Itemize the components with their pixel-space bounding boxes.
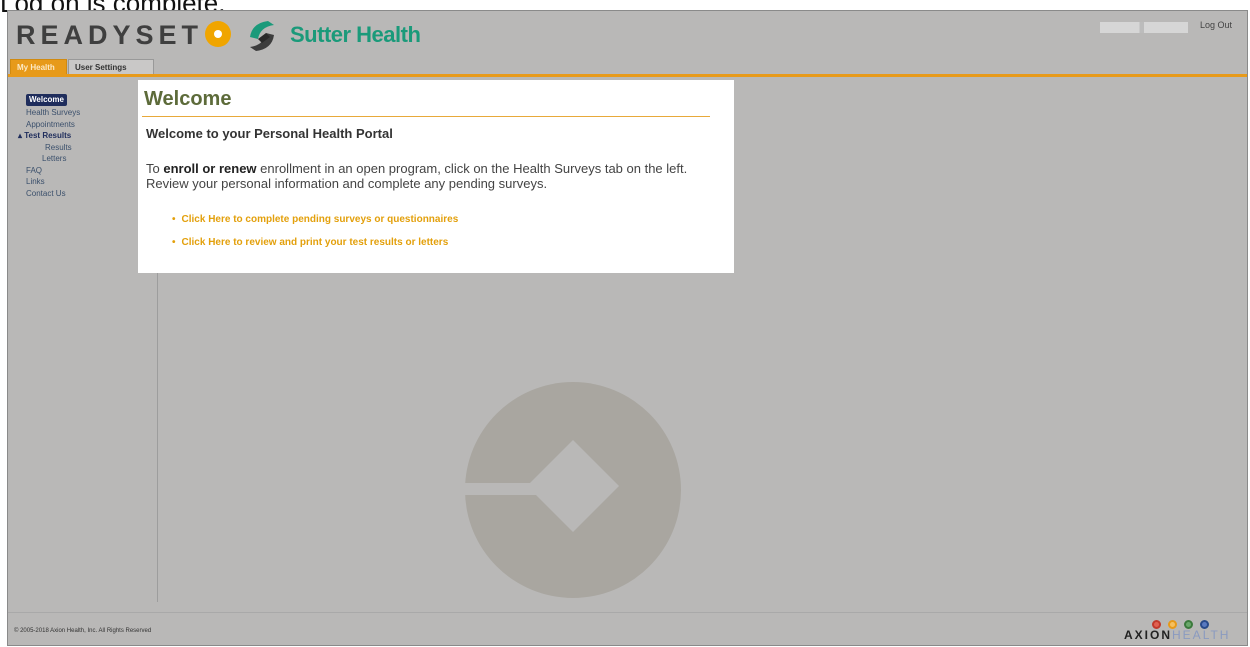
- readyset-watermark-icon: [463, 382, 681, 598]
- bullet-icon: •: [172, 214, 176, 225]
- sidebar-nav: Welcome Health Surveys Appointments ▴ Te…: [18, 89, 136, 200]
- pending-surveys-link[interactable]: • Click Here to complete pending surveys …: [172, 208, 458, 231]
- sidebar-item-faq[interactable]: FAQ: [26, 165, 136, 177]
- brand-text: READYSET: [16, 20, 204, 50]
- tabbar-divider: [8, 74, 1247, 77]
- sutter-health-logo-icon: [250, 21, 274, 51]
- user-name-redacted: [1100, 22, 1188, 33]
- sutter-health-name: Sutter Health: [290, 22, 421, 47]
- sidebar-item-contact-us[interactable]: Contact Us: [26, 188, 136, 200]
- quick-links: • Click Here to complete pending surveys …: [172, 208, 458, 254]
- axion-wordmark: AXIONHEALTH: [1124, 628, 1230, 642]
- pending-surveys-link-label: Click Here to complete pending surveys o…: [181, 214, 459, 225]
- sidebar-item-results[interactable]: Results: [26, 142, 136, 154]
- sidebar-item-health-surveys[interactable]: Health Surveys: [26, 107, 136, 119]
- readyset-o-icon: [205, 21, 232, 47]
- sidebar-item-welcome[interactable]: Welcome: [26, 94, 67, 106]
- axion-wordmark-light: HEALTH: [1172, 628, 1231, 642]
- copyright-text: © 2005-2018 Axion Health, Inc. All Right…: [14, 628, 152, 634]
- tab-user-settings[interactable]: User Settings: [68, 59, 154, 74]
- instructions-prefix: To: [146, 161, 164, 176]
- tab-my-health[interactable]: My Health: [10, 59, 67, 74]
- test-results-link[interactable]: • Click Here to review and print your tes…: [172, 231, 458, 254]
- sidebar-item-letters[interactable]: Letters: [26, 153, 136, 165]
- sidebar-item-appointments[interactable]: Appointments: [26, 119, 136, 131]
- test-results-link-label: Click Here to review and print your test…: [181, 237, 449, 248]
- bullet-icon: •: [172, 237, 176, 248]
- content-divider: [157, 272, 158, 602]
- logout-link[interactable]: Log Out: [1200, 20, 1232, 30]
- welcome-panel: Welcome Welcome to your Personal Health …: [138, 80, 734, 273]
- footer-divider: [8, 612, 1247, 613]
- title-divider: [142, 116, 710, 117]
- axion-wordmark-bold: AXION: [1124, 628, 1173, 642]
- axion-health-logo: AXIONHEALTH: [1124, 616, 1246, 642]
- enrollment-instructions: To enroll or renew enrollment in an open…: [146, 161, 706, 191]
- page-title: Welcome: [144, 88, 232, 110]
- readyset-logo: READYSET: [16, 20, 232, 51]
- sidebar-item-test-results[interactable]: ▴ Test Results: [18, 130, 136, 142]
- sidebar-item-links[interactable]: Links: [26, 176, 136, 188]
- instructions-emphasis: enroll or renew: [163, 161, 257, 176]
- portal-subtitle: Welcome to your Personal Health Portal: [146, 126, 393, 141]
